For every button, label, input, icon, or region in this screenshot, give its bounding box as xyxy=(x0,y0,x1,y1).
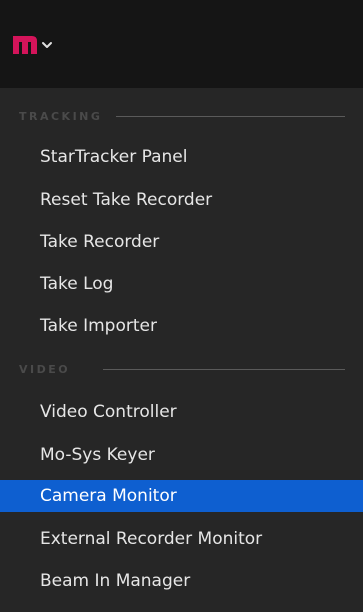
menu-item-camera-monitor[interactable]: Camera Monitor xyxy=(0,480,363,512)
app-menu-button[interactable] xyxy=(12,33,53,55)
chevron-down-icon xyxy=(42,42,52,48)
section-label: VIDEO xyxy=(19,362,71,376)
section-divider xyxy=(116,115,345,117)
menu-item-external-recorder-monitor[interactable]: External Recorder Monitor xyxy=(0,523,363,555)
section-header-tracking: TRACKING xyxy=(19,106,345,126)
top-bar xyxy=(0,0,363,88)
section-label: TRACKING xyxy=(19,109,103,123)
menu-item-take-recorder[interactable]: Take Recorder xyxy=(0,226,363,258)
section-divider xyxy=(103,368,345,370)
menu-item-take-log[interactable]: Take Log xyxy=(0,268,363,300)
section-header-video: VIDEO xyxy=(19,359,345,379)
dropdown-menu: TRACKING StarTracker Panel Reset Take Re… xyxy=(0,88,363,612)
menu-item-beam-in-manager[interactable]: Beam In Manager xyxy=(0,565,363,597)
menu-item-startracker-panel[interactable]: StarTracker Panel xyxy=(0,141,363,173)
mosys-m-logo-icon xyxy=(13,36,37,54)
menu-item-take-importer[interactable]: Take Importer xyxy=(0,310,363,342)
menu-item-video-controller[interactable]: Video Controller xyxy=(0,396,363,428)
menu-item-reset-take-recorder[interactable]: Reset Take Recorder xyxy=(0,184,363,216)
menu-item-mo-sys-keyer[interactable]: Mo-Sys Keyer xyxy=(0,439,363,471)
